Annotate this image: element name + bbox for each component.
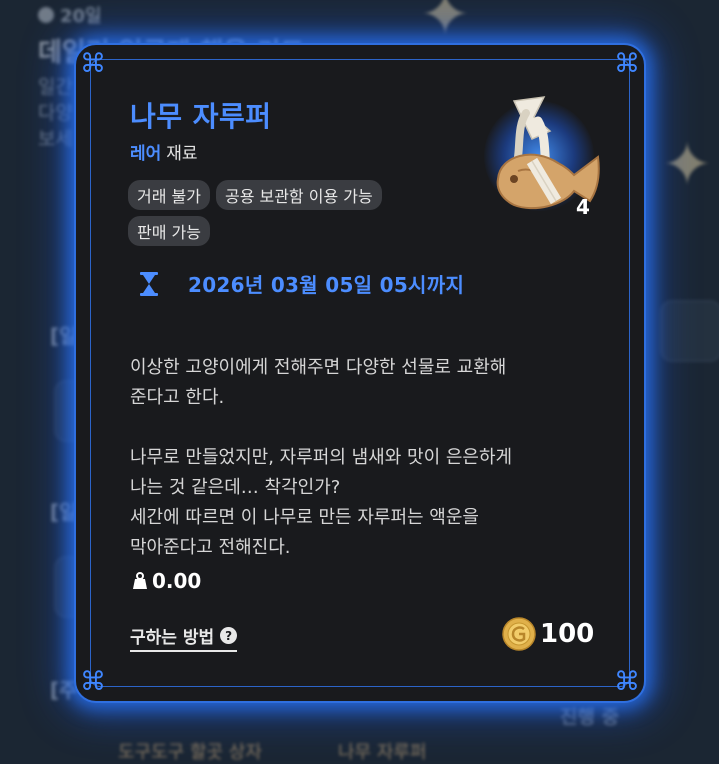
rarity-label: 레어 (130, 144, 162, 164)
item-detail-modal: ⌘ ⌘ ⌘ ⌘ 나무 자루퍼 레어 재료 거래 불가 공용 보관함 이용 가능 판… (74, 43, 646, 703)
background-line: 보세 (38, 128, 73, 150)
item-description: 이상한 고양이에게 전해주면 다양한 선물로 교환해 준다고 한다. 나무로 만… (130, 357, 513, 558)
sell-price: 100 (502, 617, 594, 651)
tag-badge: 판매 가능 (128, 216, 210, 246)
weight-value: 0.00 (152, 569, 202, 593)
frame-ornament-icon: ⌘ (614, 667, 640, 697)
item-name: 나무 자루퍼 (130, 100, 272, 133)
background-status: 진행 중 (560, 706, 620, 728)
item-count: 4 (576, 195, 590, 219)
frame-ornament-icon: ⌘ (614, 49, 640, 79)
background-line: 일간 (38, 76, 73, 98)
frame-ornament-icon: ⌘ (80, 667, 106, 697)
question-icon: ? (220, 627, 238, 644)
background-line: 다양 (38, 102, 73, 124)
sparkle-icon: ✦ (662, 130, 713, 200)
background-thumb (660, 300, 719, 362)
item-tags: 거래 불가 공용 보관함 이용 가능 판매 가능 (128, 180, 458, 246)
tag-badge: 공용 보관함 이용 가능 (215, 180, 382, 210)
expiry-date: 2026년 03월 05일 05시까지 (188, 273, 465, 297)
how-to-get-link[interactable]: 구하는 방법 ? (130, 623, 238, 652)
weight-icon (133, 572, 147, 589)
background-bottom-item: 나무 자루퍼 (338, 742, 427, 763)
item-icon-container (474, 91, 614, 231)
wooden-fish-icon (496, 96, 600, 210)
category-label: 재료 (166, 144, 198, 164)
gold-coin-icon (502, 617, 536, 651)
item-weight: 0.00 (132, 569, 201, 593)
tag-badge: 거래 불가 (128, 180, 210, 210)
how-to-get-label: 구하는 방법 (130, 628, 215, 648)
expiry-row: 2026년 03월 05일 05시까지 (138, 269, 464, 298)
hourglass-icon (140, 271, 158, 296)
frame-ornament-icon: ⌘ (80, 49, 106, 79)
price-value: 100 (540, 619, 595, 649)
item-rarity: 레어 재료 (130, 139, 198, 164)
background-bottom-item: 도구도구 할곳 상자 (118, 742, 262, 763)
days-badge: 20일 (38, 2, 102, 28)
clock-icon (38, 7, 54, 23)
days-badge-label: 20일 (60, 6, 102, 27)
